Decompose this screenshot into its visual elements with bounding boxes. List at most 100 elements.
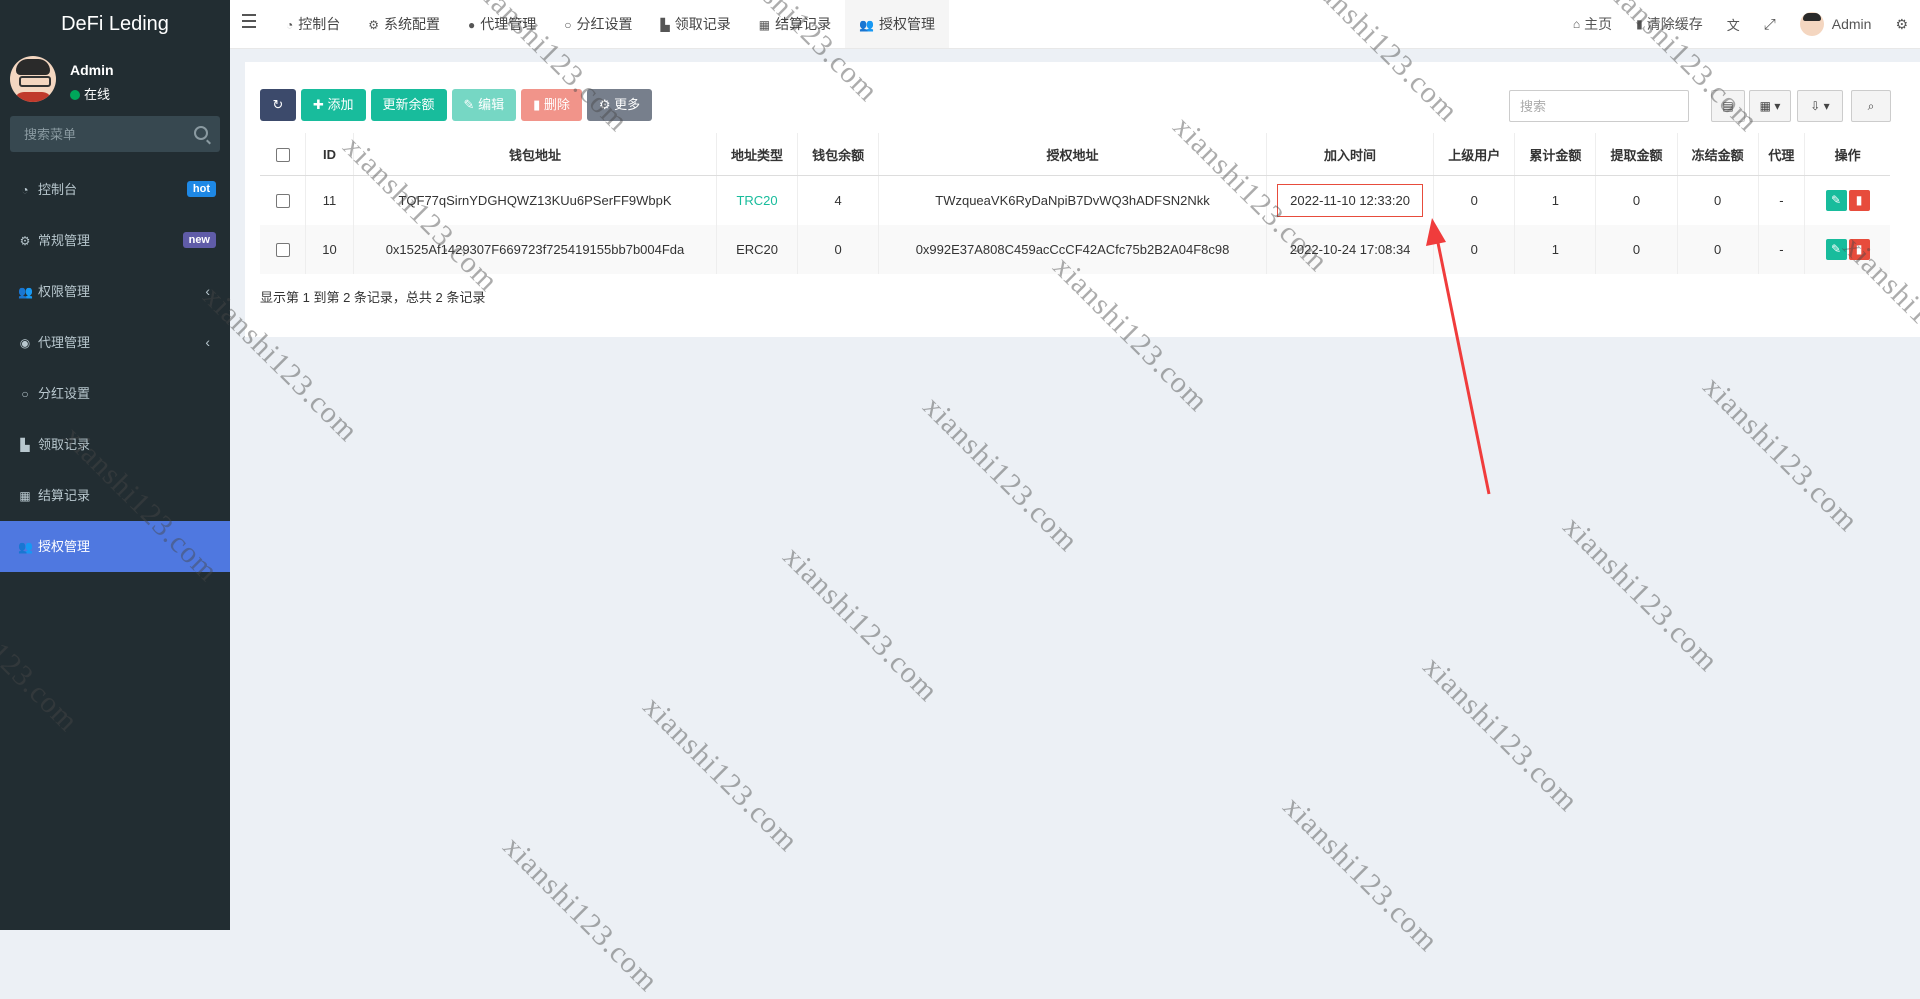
advanced-search-icon[interactable]: ⌕	[1851, 90, 1891, 122]
cell-frozen: 0	[1677, 175, 1759, 225]
sidebar-item-label: 结算记录	[38, 488, 91, 503]
watermark: xianshi123.com	[1696, 370, 1865, 539]
watermark: xianshi123.com	[636, 690, 805, 859]
sidebar-item-settlement[interactable]: ▦ 结算记录	[0, 470, 230, 521]
sidebar-item-label: 授权管理	[38, 539, 91, 554]
col-join-time[interactable]: 加入时间	[1266, 133, 1435, 176]
top-navbar: ◔ 控制台 ⚙ 系统配置 ● 代理管理 ○ 分红设置 ▙ 领取记录 ▦ 结算记录 👥 授权管理…	[230, 0, 1920, 49]
clear-cache-button[interactable]: ▮ 清除缓存	[1624, 14, 1715, 34]
brand-logo[interactable]: DeFi Leding	[0, 0, 230, 48]
sidebar-item-general[interactable]: ⚙ 常规管理 new	[0, 215, 230, 266]
tab-dashboard[interactable]: ◔ 控制台	[272, 0, 354, 48]
row-checkbox[interactable]	[275, 194, 290, 209]
cell-id: 11	[305, 175, 355, 225]
delete-row-button[interactable]: ▮	[1848, 190, 1870, 211]
delete-row-button[interactable]: ▮	[1848, 239, 1870, 260]
content-panel: ↻ ✚ 添加 更新余额 ✎ 编辑 ▮ 删除 ⚙ 更多 ▤ ▦ ▾ ⇩ ▾ ⌕ I…	[245, 62, 1920, 337]
col-address-type[interactable]: 地址类型	[716, 133, 799, 176]
edit-row-button[interactable]: ✎	[1825, 190, 1847, 211]
menu-toggle-icon[interactable]	[242, 14, 256, 32]
sidebar-item-agents[interactable]: ◉ 代理管理 ‹	[0, 317, 230, 368]
user-status-text: 在线	[84, 87, 111, 102]
cell-total: 1	[1514, 225, 1597, 274]
dashboard-icon: ◔	[21, 183, 29, 197]
add-button[interactable]: ✚ 添加	[301, 89, 366, 121]
delete-button[interactable]: ▮ 删除	[521, 89, 582, 121]
tab-dividend[interactable]: ○ 分红设置	[550, 0, 646, 48]
select-all-checkbox[interactable]	[275, 147, 290, 162]
industry-icon: ▙	[660, 18, 670, 32]
cell-type: ERC20	[716, 225, 799, 274]
trash-icon: ▮	[533, 97, 544, 112]
tab-claims[interactable]: ▙ 领取记录	[647, 0, 745, 48]
sidebar-item-label: 分红设置	[38, 386, 91, 401]
search-icon[interactable]	[194, 126, 208, 140]
chevron-left-icon: ‹	[205, 283, 210, 299]
sidebar-item-label: 权限管理	[38, 284, 91, 299]
col-agent[interactable]: 代理	[1758, 133, 1806, 176]
sidebar-item-permissions[interactable]: 👥 权限管理 ‹	[0, 266, 230, 317]
user-name: Admin	[70, 62, 114, 78]
table-row[interactable]: 10 0x1525Af1429307F669723f725419155bb7b0…	[260, 225, 1890, 274]
col-withdraw-amount[interactable]: 提取金额	[1595, 133, 1678, 176]
table-row[interactable]: 11 TQF77qSirnYDGHQWZ13KUu6PSerFF9WbpK TR…	[260, 175, 1890, 225]
more-button[interactable]: ⚙ 更多	[586, 89, 653, 121]
clear-cache-label: 清除缓存	[1646, 16, 1703, 32]
watermark: xianshi123.com	[1556, 510, 1725, 679]
online-dot-icon	[70, 90, 80, 100]
edit-row-button[interactable]: ✎	[1825, 239, 1847, 260]
sidebar-item-authorization[interactable]: 👥 授权管理	[0, 521, 230, 572]
export-dropdown-icon[interactable]: ⇩ ▾	[1797, 90, 1843, 122]
cell-auth-address: TWzqueaVK6RyDaNpiB7DvWQ3hADFSN2Nkk	[878, 175, 1267, 225]
refresh-button[interactable]: ↻	[260, 89, 296, 121]
sidebar: DeFi Leding Admin 在线 ◔ 控制台 hot ⚙ 常规管理 new 👥 权…	[0, 0, 230, 930]
table-header-row: ID 钱包地址 地址类型 钱包余额 授权地址 加入时间 上级用户 累计金额 提取…	[260, 133, 1890, 176]
chevron-left-icon: ‹	[205, 334, 210, 350]
row-checkbox[interactable]	[275, 243, 290, 258]
gear-icon: ⚙	[598, 97, 615, 112]
col-wallet-address[interactable]: 钱包地址	[353, 133, 717, 176]
fullscreen-icon[interactable]: ⤢	[1752, 16, 1788, 33]
watermark: xianshi123.com	[1416, 650, 1585, 819]
settings-gear-icon[interactable]: ⚙	[1883, 16, 1920, 33]
gear-icon: ⚙	[368, 18, 380, 32]
highlighted-time: 2022-11-10 12:33:20	[1277, 184, 1423, 217]
update-balance-button[interactable]: 更新余额	[370, 89, 447, 121]
col-total-amount[interactable]: 累计金额	[1514, 133, 1597, 176]
group-icon: 👥	[859, 18, 875, 32]
table-toolbar: ↻ ✚ 添加 更新余额 ✎ 编辑 ▮ 删除 ⚙ 更多	[260, 89, 657, 121]
home-link[interactable]: ⌂ 主页	[1561, 14, 1624, 34]
tab-system-config[interactable]: ⚙ 系统配置	[354, 0, 454, 48]
col-wallet-balance[interactable]: 钱包余额	[797, 133, 880, 176]
sidebar-item-label: 控制台	[38, 182, 78, 197]
watermark: xianshi123.com	[496, 830, 665, 999]
cell-parent: 0	[1433, 225, 1516, 274]
menu-search-input[interactable]	[10, 116, 198, 152]
authorization-table: ID 钱包地址 地址类型 钱包余额 授权地址 加入时间 上级用户 累计金额 提取…	[260, 133, 1890, 274]
columns-dropdown-icon[interactable]: ▦ ▾	[1749, 90, 1791, 122]
sidebar-item-dividend[interactable]: ○ 分红设置	[0, 368, 230, 419]
sidebar-item-label: 常规管理	[38, 233, 91, 248]
top-right-nav: ⌂ 主页 ▮ 清除缓存 文 ⤢ Admin ⚙	[1561, 0, 1920, 48]
tab-settlement[interactable]: ▦ 结算记录	[745, 0, 845, 48]
toggle-view-icon[interactable]: ▤	[1711, 90, 1745, 122]
cell-type[interactable]: TRC20	[716, 175, 799, 225]
user-menu[interactable]: Admin	[1788, 12, 1884, 36]
update-balance-label: 更新余额	[382, 97, 435, 112]
tab-authorization[interactable]: 👥 授权管理	[845, 0, 950, 48]
sidebar-item-dashboard[interactable]: ◔ 控制台 hot	[0, 164, 230, 215]
sidebar-item-claims[interactable]: ▙ 领取记录	[0, 419, 230, 470]
home-label: 主页	[1584, 16, 1613, 32]
tab-agents[interactable]: ● 代理管理	[454, 0, 550, 48]
row-select	[260, 175, 307, 225]
cell-time: 2022-11-10 12:33:20	[1266, 175, 1435, 225]
avatar	[1799, 12, 1824, 36]
edit-button[interactable]: ✎ 编辑	[451, 89, 517, 121]
cell-id: 10	[305, 225, 355, 274]
language-icon[interactable]: 文	[1715, 15, 1752, 34]
table-search-input[interactable]	[1509, 90, 1689, 122]
col-parent-user[interactable]: 上级用户	[1433, 133, 1516, 176]
col-auth-address[interactable]: 授权地址	[878, 133, 1267, 176]
col-id[interactable]: ID	[305, 133, 355, 176]
col-frozen-amount[interactable]: 冻结金额	[1677, 133, 1759, 176]
